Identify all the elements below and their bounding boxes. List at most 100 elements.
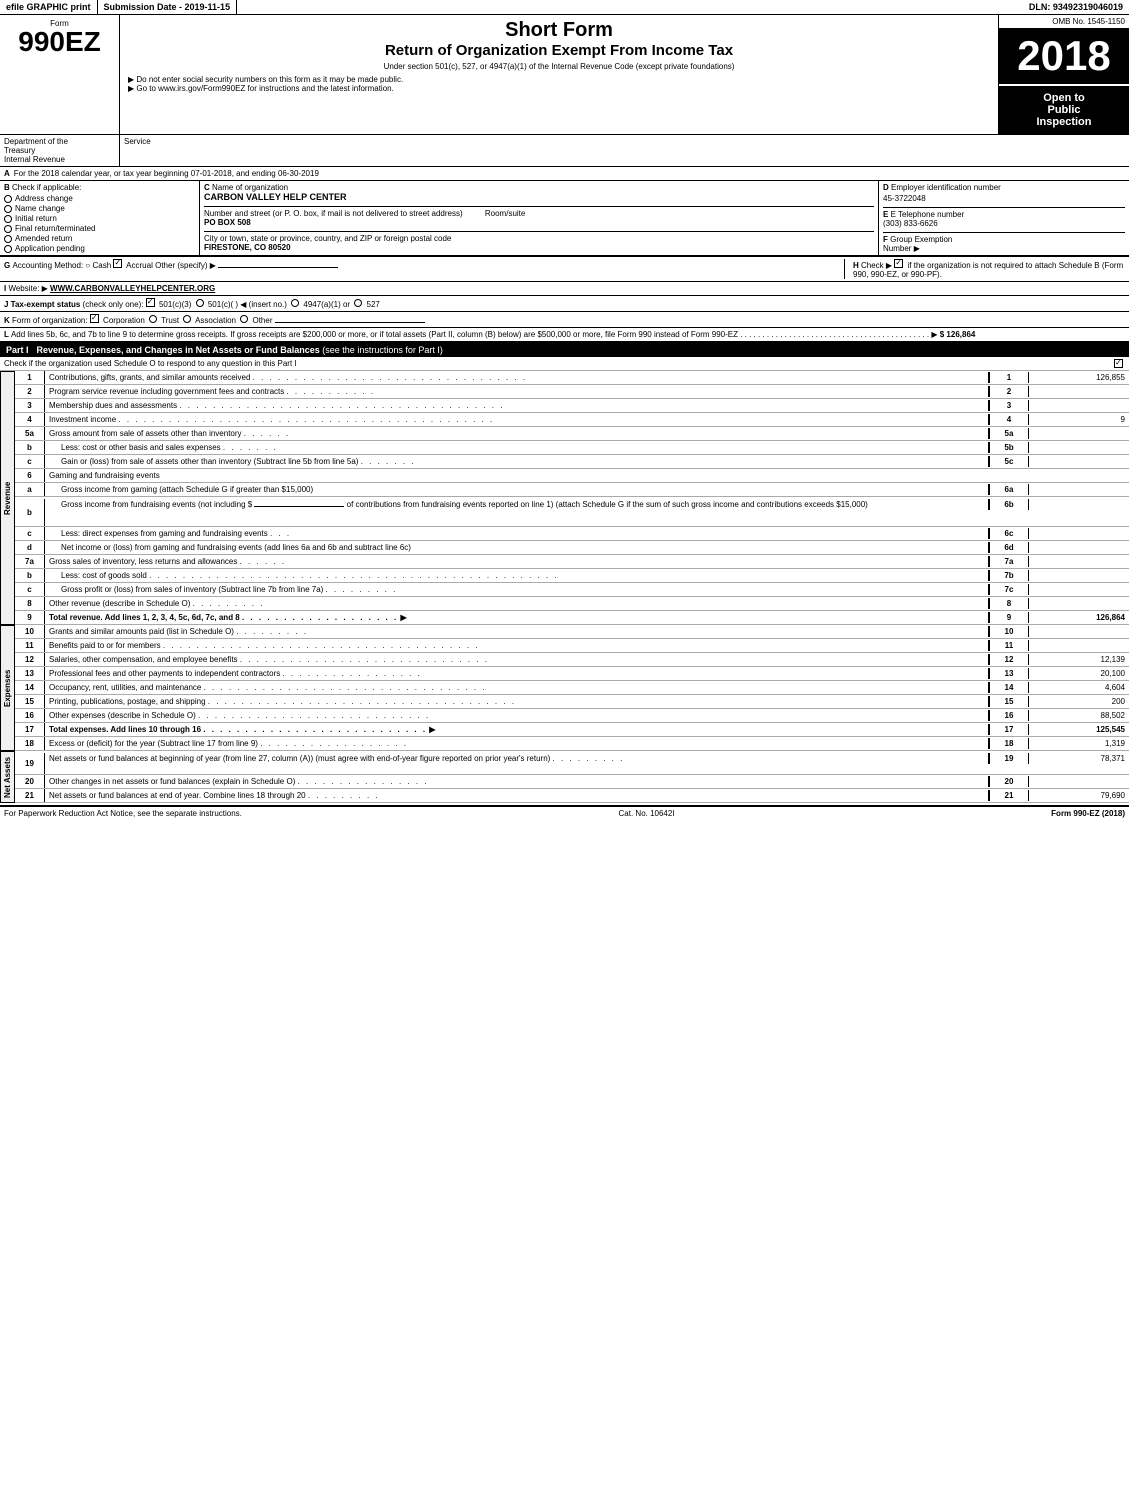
row-value: 4,604 bbox=[1029, 682, 1129, 693]
expenses-table: 10 Grants and similar amounts paid (list… bbox=[15, 625, 1129, 751]
website-label: Website: ▶ bbox=[8, 284, 47, 293]
row-value: 126,864 bbox=[1029, 612, 1129, 623]
row-value: 126,855 bbox=[1029, 372, 1129, 383]
submission-date: Submission Date - 2019-11-15 bbox=[98, 0, 238, 14]
row-line-ref: 13 bbox=[989, 668, 1029, 679]
row-value bbox=[1029, 561, 1129, 563]
table-row: 21 Net assets or fund balances at end of… bbox=[15, 789, 1129, 803]
row-value: 1,319 bbox=[1029, 738, 1129, 749]
row-number: c bbox=[15, 455, 45, 468]
table-row: b Gross income from fundraising events (… bbox=[15, 497, 1129, 527]
application-pending-option[interactable]: Application pending bbox=[4, 244, 195, 253]
paperwork-notice: For Paperwork Reduction Act Notice, see … bbox=[4, 809, 242, 818]
row-number: 18 bbox=[15, 737, 45, 750]
addr-value: PO BOX 508 bbox=[204, 218, 874, 227]
row-line-ref: 14 bbox=[989, 682, 1029, 693]
part1-check-text: Check if the organization used Schedule … bbox=[4, 359, 297, 368]
table-row: c Gain or (loss) from sale of assets oth… bbox=[15, 455, 1129, 469]
row-line-ref: 7a bbox=[989, 556, 1029, 567]
amended-return-radio[interactable] bbox=[4, 235, 12, 243]
row-description: Other expenses (describe in Schedule O) … bbox=[45, 710, 989, 721]
table-row: 20 Other changes in net assets or fund b… bbox=[15, 775, 1129, 789]
row-line-ref: 18 bbox=[989, 738, 1029, 749]
section-g: G Accounting Method: ○ Cash Accrual Othe… bbox=[4, 259, 845, 279]
schedule-b-checkbox[interactable] bbox=[894, 259, 903, 268]
501c-label: 501(c)( ) ◀ (insert no.) bbox=[208, 300, 289, 309]
row-number: 12 bbox=[15, 653, 45, 666]
4947-radio[interactable] bbox=[291, 299, 299, 307]
table-row: a Gross income from gaming (attach Sched… bbox=[15, 483, 1129, 497]
row-description: Gaming and fundraising events bbox=[45, 470, 989, 481]
row-line-ref: 10 bbox=[989, 626, 1029, 637]
row-line-ref: 2 bbox=[989, 386, 1029, 397]
accrual-checkbox[interactable] bbox=[113, 259, 122, 268]
addr-section: Number and street (or P. O. box, if mail… bbox=[204, 206, 874, 227]
form-org-label: Form of organization: bbox=[12, 316, 90, 325]
row-line-ref: 4 bbox=[989, 414, 1029, 425]
association-radio[interactable] bbox=[183, 315, 191, 323]
527-radio[interactable] bbox=[354, 299, 362, 307]
section-h: H Check ▶ if the organization is not req… bbox=[845, 259, 1125, 279]
row-description: Printing, publications, postage, and shi… bbox=[45, 696, 989, 707]
table-row-total: 17 Total expenses. Add lines 10 through … bbox=[15, 723, 1129, 737]
table-row: 8 Other revenue (describe in Schedule O)… bbox=[15, 597, 1129, 611]
address-change-label: Address change bbox=[15, 194, 73, 203]
trust-radio[interactable] bbox=[149, 315, 157, 323]
phone-section: E E Telephone number (303) 833-6626 bbox=[883, 207, 1125, 228]
amended-return-option[interactable]: Amended return bbox=[4, 234, 195, 243]
row-line-ref: 6d bbox=[989, 542, 1029, 553]
address-change-radio[interactable] bbox=[4, 195, 12, 203]
form-left: Form 990EZ bbox=[0, 15, 120, 134]
dln-number: DLN: 93492319046019 bbox=[1023, 0, 1129, 14]
application-pending-radio[interactable] bbox=[4, 245, 12, 253]
table-row: 16 Other expenses (describe in Schedule … bbox=[15, 709, 1129, 723]
association-label: Association bbox=[195, 316, 238, 325]
row-number: b bbox=[15, 569, 45, 582]
row-value: 9 bbox=[1029, 414, 1129, 425]
row-value bbox=[1029, 433, 1129, 435]
row-description: Excess or (deficit) for the year (Subtra… bbox=[45, 738, 989, 749]
row-value: 125,545 bbox=[1029, 724, 1129, 735]
row-description: Other changes in net assets or fund bala… bbox=[45, 776, 989, 787]
row-value bbox=[1029, 499, 1129, 501]
year-box: 2018 bbox=[999, 28, 1129, 84]
section-j: J Tax-exempt status (check only one): 50… bbox=[0, 296, 1129, 312]
page: efile GRAPHIC print Submission Date - 20… bbox=[0, 0, 1129, 1508]
org-name: CARBON VALLEY HELP CENTER bbox=[204, 192, 874, 202]
row-value: 12,139 bbox=[1029, 654, 1129, 665]
table-row: b Less: cost of goods sold . . . . . . .… bbox=[15, 569, 1129, 583]
table-row: 10 Grants and similar amounts paid (list… bbox=[15, 625, 1129, 639]
name-change-radio[interactable] bbox=[4, 205, 12, 213]
final-return-radio[interactable] bbox=[4, 225, 12, 233]
row-line-ref: 12 bbox=[989, 654, 1029, 665]
row-line-ref: 11 bbox=[989, 640, 1029, 651]
other-org-radio[interactable] bbox=[240, 315, 248, 323]
table-row: 12 Salaries, other compensation, and emp… bbox=[15, 653, 1129, 667]
row-line-ref: 8 bbox=[989, 598, 1029, 609]
cash-option: ○ Cash bbox=[85, 261, 113, 270]
row-line-ref: 5a bbox=[989, 428, 1029, 439]
row-value: 78,371 bbox=[1029, 753, 1129, 764]
section-a: A For the 2018 calendar year, or tax yea… bbox=[0, 167, 1129, 181]
name-change-option[interactable]: Name change bbox=[4, 204, 195, 213]
final-return-option[interactable]: Final return/terminated bbox=[4, 224, 195, 233]
ein-section: D Employer identification number 45-3722… bbox=[883, 183, 1125, 203]
form-number: 990EZ bbox=[18, 28, 101, 56]
address-change-option[interactable]: Address change bbox=[4, 194, 195, 203]
initial-return-radio[interactable] bbox=[4, 215, 12, 223]
net-assets-table: 19 Net assets or fund balances at beginn… bbox=[15, 751, 1129, 803]
row-number: 7a bbox=[15, 555, 45, 568]
table-row: 1 Contributions, gifts, grants, and simi… bbox=[15, 371, 1129, 385]
501c3-checkbox[interactable] bbox=[146, 298, 155, 307]
part1-checkbox[interactable] bbox=[1114, 359, 1123, 368]
corporation-checkbox[interactable] bbox=[90, 314, 99, 323]
row-description: Contributions, gifts, grants, and simila… bbox=[45, 372, 989, 383]
row-value bbox=[1029, 447, 1129, 449]
room-label: Room/suite bbox=[485, 209, 525, 218]
accrual-option: Accrual bbox=[113, 261, 155, 270]
row-line-ref: 7b bbox=[989, 570, 1029, 581]
501c-radio[interactable] bbox=[196, 299, 204, 307]
initial-return-option[interactable]: Initial return bbox=[4, 214, 195, 223]
net-assets-section: Net Assets 19 Net assets or fund balance… bbox=[0, 751, 1129, 803]
row-description: Gross income from gaming (attach Schedul… bbox=[45, 484, 989, 495]
